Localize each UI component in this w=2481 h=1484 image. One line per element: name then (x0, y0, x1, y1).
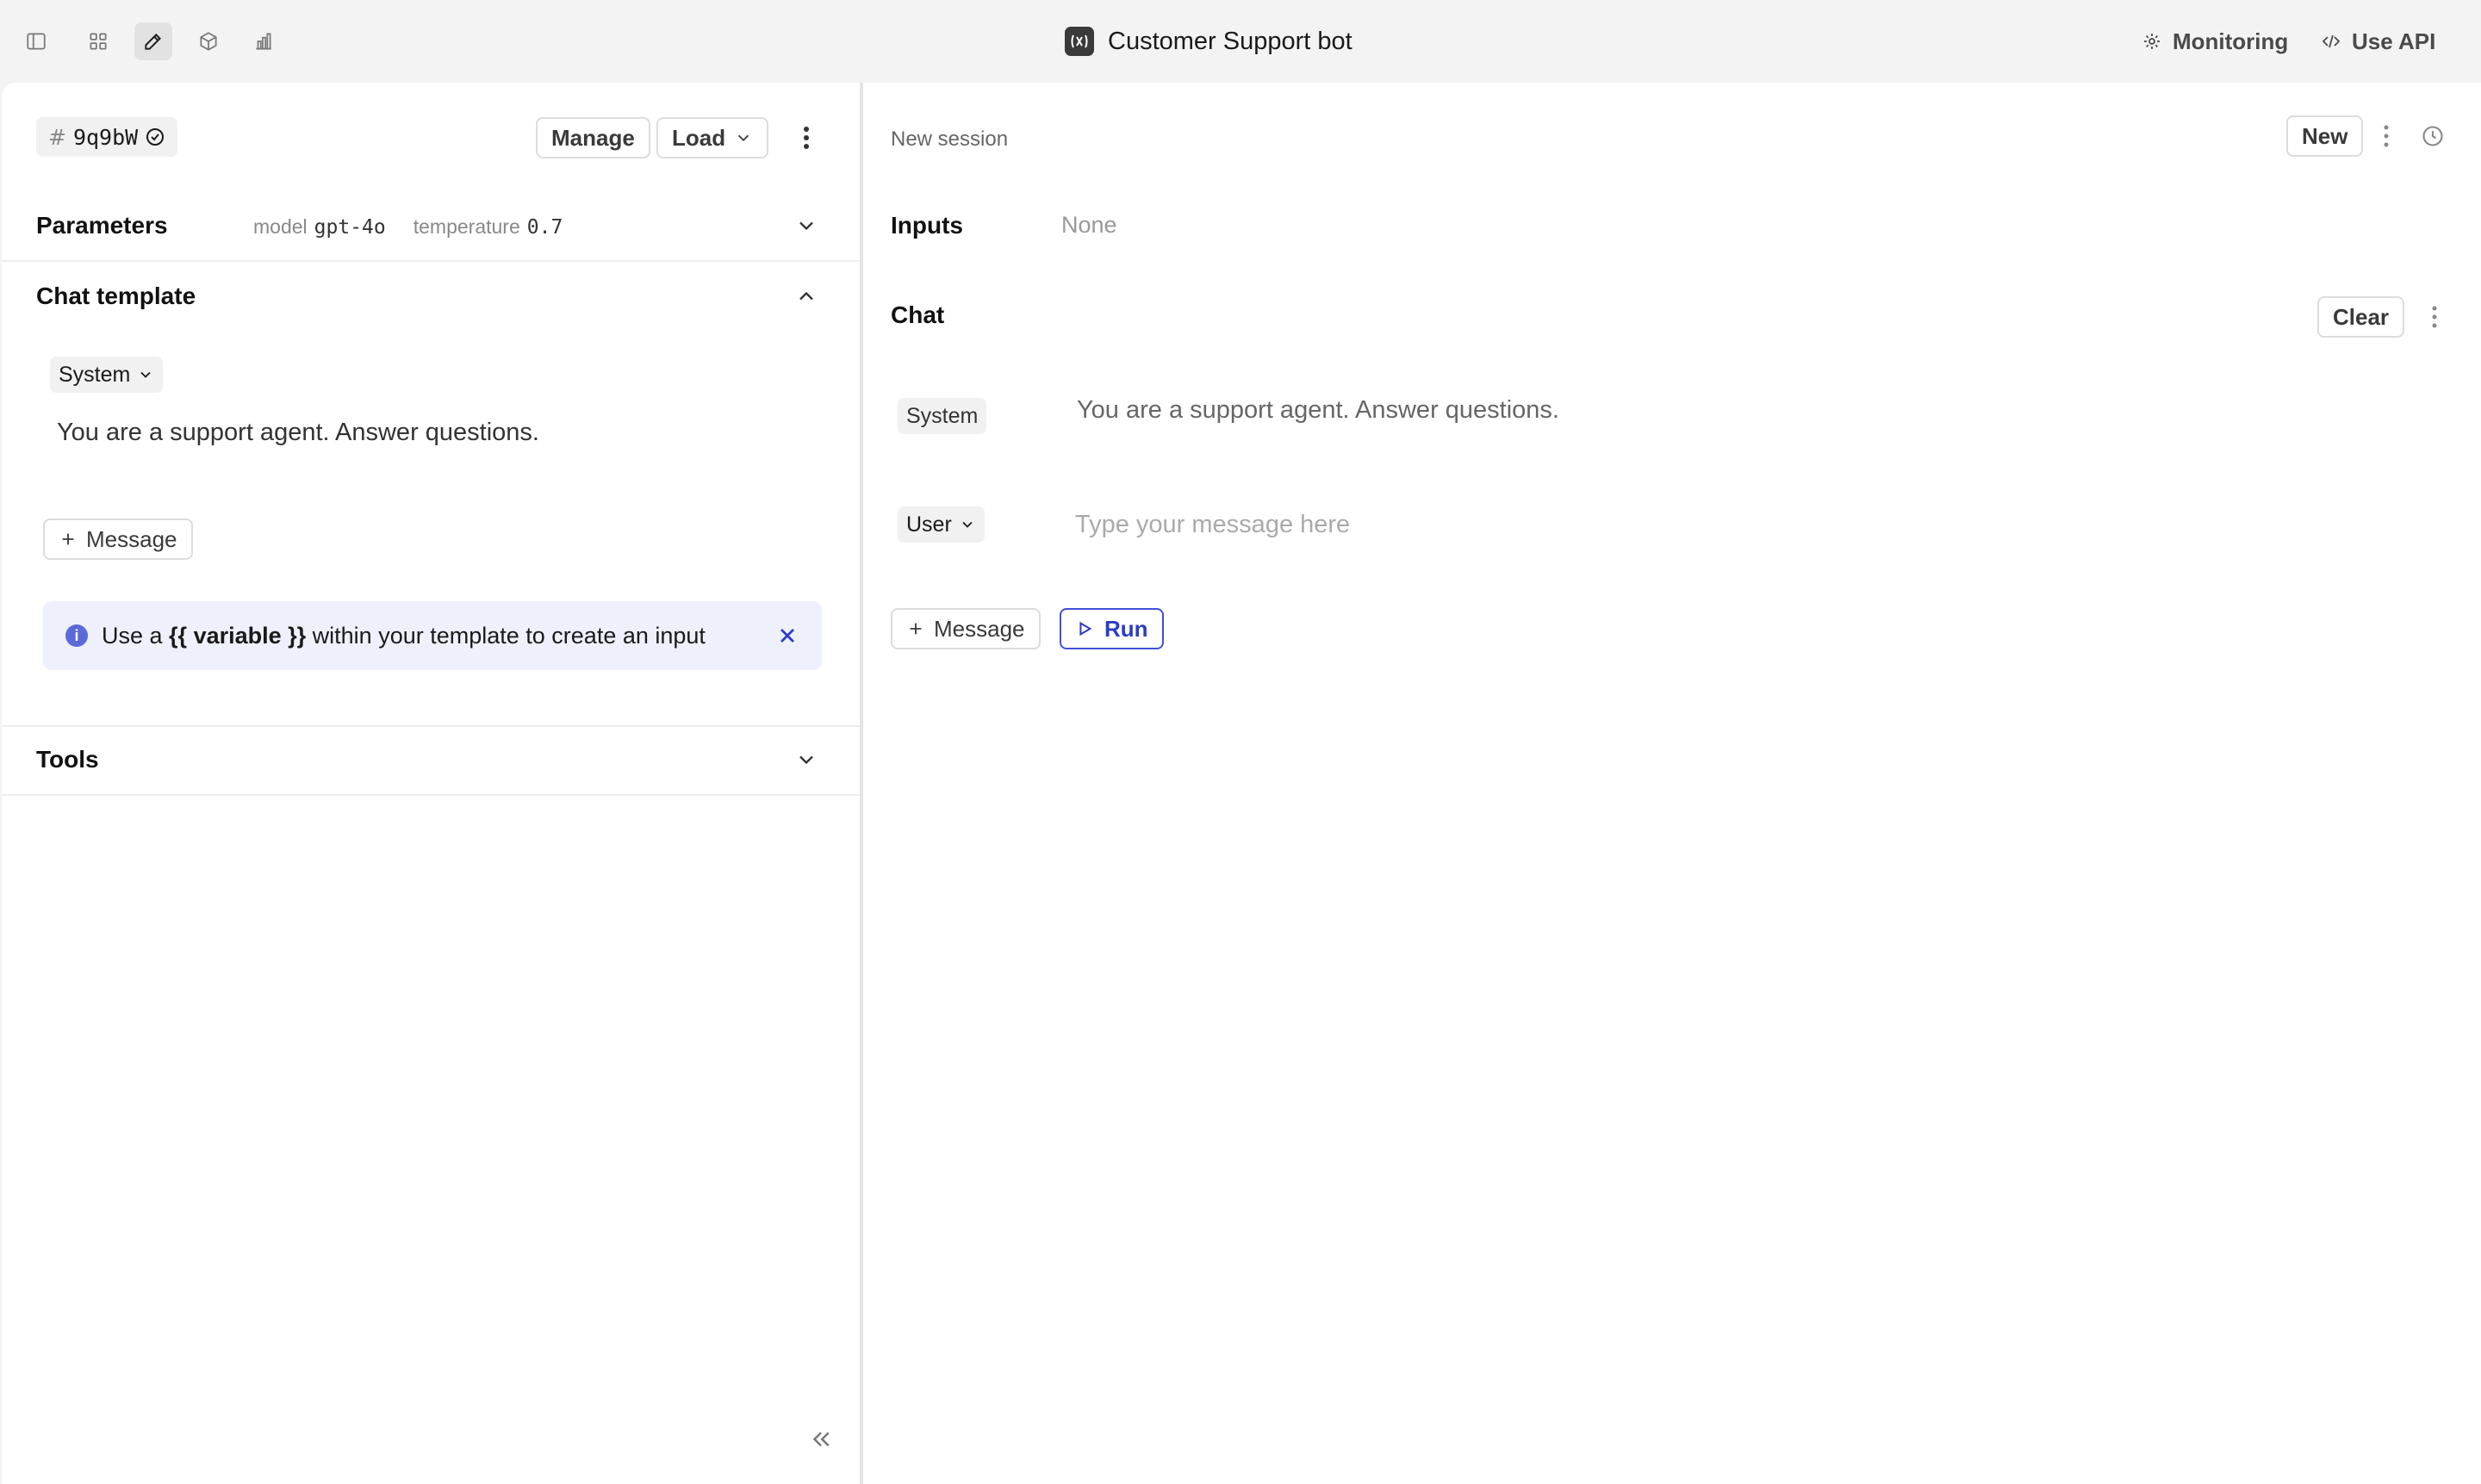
inputs-title: Inputs (891, 212, 963, 239)
chat-template-title: Chat template (36, 283, 196, 309)
add-chat-message-button[interactable]: Message (891, 608, 1041, 649)
banner-prefix: Use a (102, 622, 170, 649)
top-bar: Customer Support bot Monitoring Use API (0, 0, 2481, 81)
system-message-content: You are a support agent. Answer question… (1077, 396, 1559, 424)
inputs-value: None (1061, 212, 1117, 238)
bar-chart-icon[interactable] (245, 22, 283, 60)
plus-icon (910, 623, 922, 635)
chat-more-button[interactable] (2417, 296, 2452, 338)
editor-more-button[interactable] (789, 117, 824, 158)
system-role-chip: System (898, 398, 987, 434)
add-message-label: Message (86, 525, 177, 552)
more-vertical-icon (2432, 306, 2437, 328)
use-api-label: Use API (2352, 28, 2436, 54)
chevron-down-icon (737, 134, 749, 142)
section-divider (2, 794, 860, 796)
banner-suffix: within your template to create an input (306, 622, 706, 649)
session-more-button[interactable] (2369, 115, 2403, 157)
close-icon[interactable] (775, 624, 799, 648)
plus-icon (62, 533, 74, 545)
play-icon (1079, 621, 1092, 636)
load-dropdown[interactable]: Load (656, 117, 769, 158)
gear-icon (2144, 34, 2160, 49)
load-label: Load (672, 124, 726, 151)
app-title-text: Customer Support bot (1108, 27, 1352, 55)
tools-title: Tools (36, 746, 99, 773)
section-divider (2, 725, 860, 727)
monitoring-button[interactable]: Monitoring (2142, 24, 2288, 59)
model-value: gpt-4o (314, 216, 386, 239)
clear-chat-button[interactable]: Clear (2317, 296, 2405, 338)
run-label: Run (1104, 615, 1148, 642)
run-button[interactable]: Run (1060, 608, 1164, 649)
grid-icon[interactable] (79, 22, 117, 60)
template-role-dropdown[interactable]: System (50, 357, 164, 393)
section-divider (2, 260, 860, 262)
version-id: 9q9bW (72, 124, 139, 150)
history-icon[interactable] (2421, 124, 2445, 148)
add-message-label: Message (934, 615, 1025, 642)
add-template-message-button[interactable]: Message (43, 518, 193, 560)
parameters-title: Parameters (36, 212, 168, 239)
sidebar-toggle-icon[interactable] (17, 22, 55, 60)
user-message-input[interactable] (1075, 506, 2281, 543)
session-panel: New session New Inputs None Chat Clear S… (863, 83, 2481, 1484)
parameters-summary: model gpt-4o temperature 0.7 (253, 215, 563, 239)
chat-template-collapse-icon[interactable] (794, 284, 818, 308)
temperature-label: temperature (413, 215, 520, 238)
parameters-expand-icon[interactable] (794, 214, 818, 238)
new-session-button[interactable]: New (2286, 115, 2364, 157)
info-icon: i (65, 624, 88, 647)
pencil-icon[interactable] (134, 22, 172, 60)
template-message-content[interactable]: You are a support agent. Answer question… (57, 419, 539, 447)
editor-panel: # 9q9bW Manage Load Parameters model gpt… (2, 83, 860, 1484)
model-label: model (253, 215, 308, 238)
tools-expand-icon[interactable] (794, 748, 818, 772)
manage-label: Manage (551, 124, 635, 151)
user-role-dropdown[interactable]: User (898, 506, 985, 543)
user-role-label: User (906, 512, 952, 537)
monitoring-label: Monitoring (2173, 28, 2289, 54)
chat-title: Chat (891, 301, 945, 328)
version-chip[interactable]: # 9q9bW (36, 117, 178, 157)
system-role-label: System (906, 403, 979, 428)
chevron-down-icon (140, 371, 152, 378)
collapse-panel-icon[interactable] (808, 1426, 834, 1452)
chevron-down-icon (962, 521, 973, 528)
use-api-button[interactable]: Use API (2321, 24, 2435, 59)
app-logo-icon (1065, 27, 1094, 56)
session-title: New session (891, 127, 1009, 151)
code-icon (2322, 34, 2341, 48)
more-vertical-icon (804, 127, 809, 149)
manage-button[interactable]: Manage (536, 117, 650, 158)
variable-info-banner: i Use a {{ variable }} within your templ… (43, 601, 822, 670)
app-title: Customer Support bot (1065, 24, 1352, 59)
check-circle-icon (146, 128, 165, 146)
more-vertical-icon (2384, 125, 2389, 147)
new-label: New (2302, 122, 2348, 149)
clear-label: Clear (2333, 303, 2390, 330)
cube-icon[interactable] (190, 22, 227, 60)
hash-icon: # (48, 124, 66, 150)
template-role-label: System (59, 362, 131, 387)
temperature-value: 0.7 (526, 216, 563, 239)
banner-variable: {{ variable }} (169, 622, 307, 649)
